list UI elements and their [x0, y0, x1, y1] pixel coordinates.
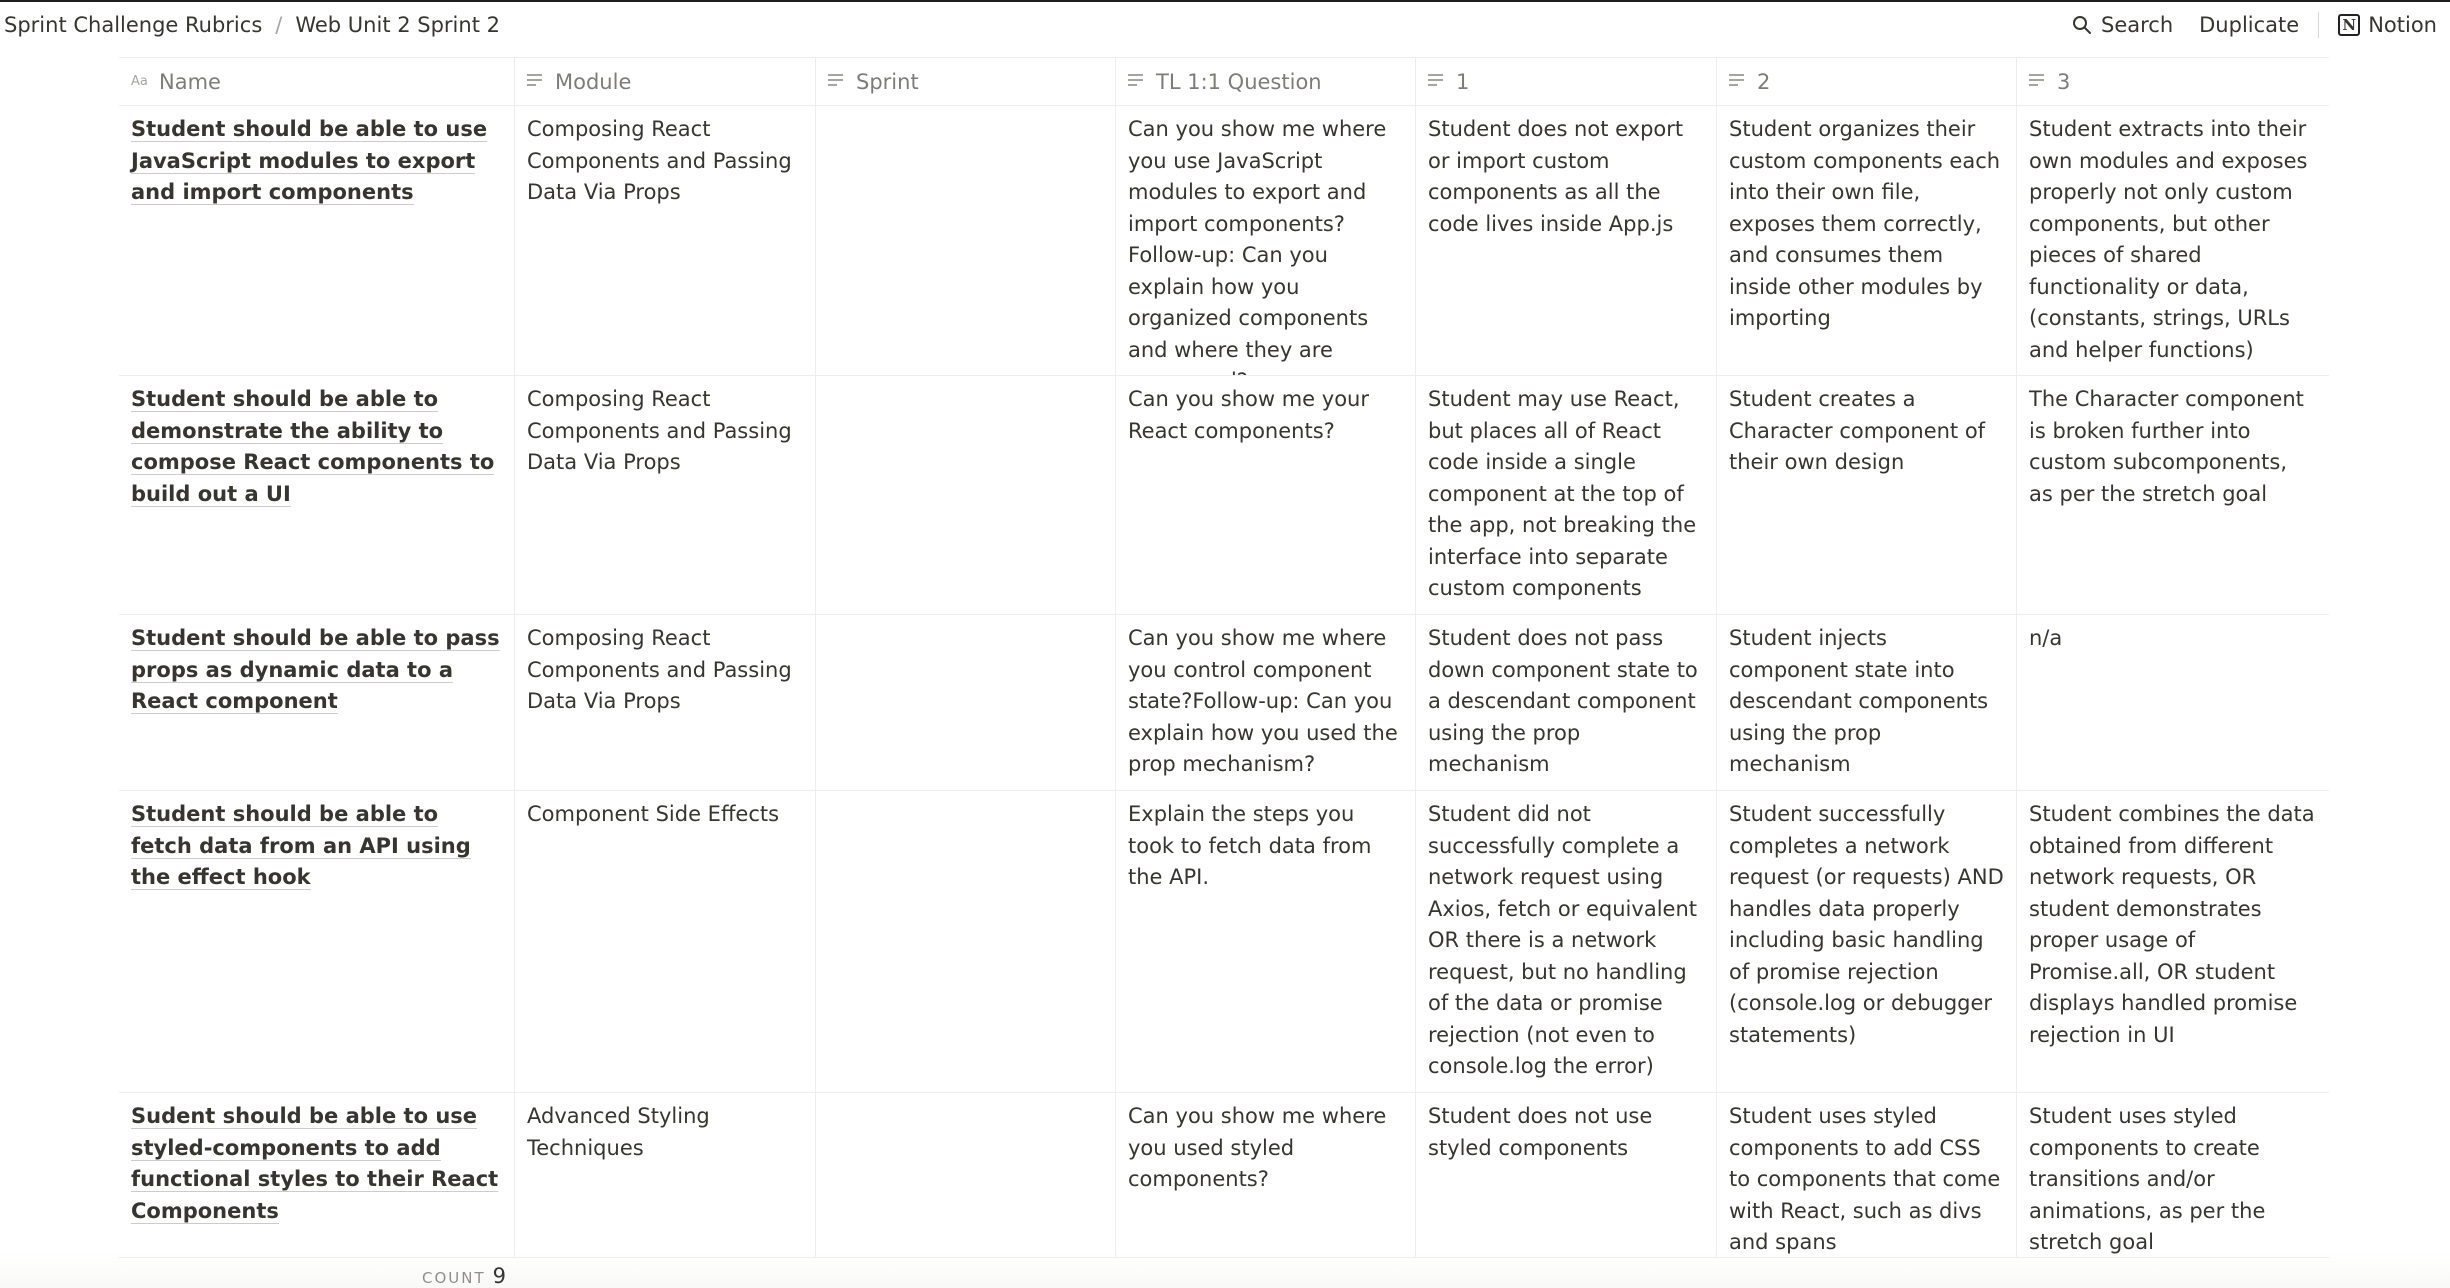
table-header: Aa Name Module Sprint TL 1:1 Question 1 …: [119, 57, 2329, 106]
row-name-cell[interactable]: Student should be able to use JavaScript…: [119, 106, 515, 375]
row-rubric-1-cell[interactable]: Student does not pass down component sta…: [1416, 615, 1717, 790]
duplicate-button[interactable]: Duplicate: [2186, 13, 2312, 37]
row-question-cell[interactable]: Can you show me where you used styled co…: [1116, 1093, 1416, 1257]
column-header-label: Name: [159, 69, 221, 94]
text-property-icon: [527, 72, 545, 92]
row-rubric-2-cell[interactable]: Student injects component state into des…: [1717, 615, 2017, 790]
row-name[interactable]: Student should be able to fetch data fro…: [131, 802, 471, 890]
row-module-cell[interactable]: Composing React Components and Passing D…: [515, 376, 816, 614]
breadcrumb-item-current[interactable]: Web Unit 2 Sprint 2: [293, 13, 502, 37]
column-header-label: 1: [1456, 69, 1470, 94]
breadcrumb: Sprint Challenge Rubrics / Web Unit 2 Sp…: [0, 13, 502, 37]
text-property-icon: [828, 72, 846, 92]
row-sprint-cell[interactable]: [816, 615, 1116, 790]
row-rubric-1-cell[interactable]: Student does not export or import custom…: [1416, 106, 1717, 375]
row-question-cell[interactable]: Explain the steps you took to fetch data…: [1116, 791, 1416, 1092]
column-header-label: Module: [555, 69, 632, 94]
notion-label: Notion: [2368, 12, 2437, 37]
row-rubric-3-cell[interactable]: Student combines the data obtained from …: [2017, 791, 2329, 1092]
search-button[interactable]: Search: [2059, 13, 2186, 37]
title-icon: Aa: [131, 72, 149, 92]
row-sprint-cell[interactable]: [816, 791, 1116, 1092]
text-property-icon: [1428, 72, 1446, 92]
row-name-cell[interactable]: Sudent should be able to use styled-comp…: [119, 1093, 515, 1257]
column-header-question[interactable]: TL 1:1 Question: [1116, 58, 1416, 105]
row-name-cell[interactable]: Student should be able to pass props as …: [119, 615, 515, 790]
column-header-sprint[interactable]: Sprint: [816, 58, 1116, 105]
row-name-cell[interactable]: Student should be able to demonstrate th…: [119, 376, 515, 614]
breadcrumb-separator: /: [275, 12, 283, 37]
column-header-1[interactable]: 1: [1416, 58, 1717, 105]
row-question-cell[interactable]: Can you show me where you use JavaScript…: [1116, 106, 1416, 375]
notion-logo-icon: N: [2338, 13, 2361, 36]
row-name[interactable]: Student should be able to pass props as …: [131, 626, 500, 714]
column-header-2[interactable]: 2: [1717, 58, 2017, 105]
table-row[interactable]: Student should be able to fetch data fro…: [119, 791, 2329, 1093]
row-module-cell[interactable]: Composing React Components and Passing D…: [515, 106, 816, 375]
row-sprint-cell[interactable]: [816, 106, 1116, 375]
row-module-cell[interactable]: Component Side Effects: [515, 791, 816, 1092]
table-row[interactable]: Student should be able to use JavaScript…: [119, 106, 2329, 376]
column-header-label: Sprint: [856, 69, 919, 94]
search-icon: [2072, 15, 2091, 34]
row-module-cell[interactable]: Advanced Styling Techniques: [515, 1093, 816, 1257]
row-name[interactable]: Student should be able to demonstrate th…: [131, 387, 495, 507]
row-sprint-cell[interactable]: [816, 1093, 1116, 1257]
notion-button[interactable]: N Notion: [2325, 13, 2450, 37]
row-rubric-1-cell[interactable]: Student may use React, but places all of…: [1416, 376, 1717, 614]
column-header-3[interactable]: 3: [2017, 58, 2329, 105]
row-rubric-3-cell[interactable]: Student extracts into their own modules …: [2017, 106, 2329, 375]
row-rubric-2-cell[interactable]: Student creates a Character component of…: [1717, 376, 2017, 614]
table-row[interactable]: Sudent should be able to use styled-comp…: [119, 1093, 2329, 1258]
row-module-cell[interactable]: Composing React Components and Passing D…: [515, 615, 816, 790]
table-row[interactable]: Student should be able to demonstrate th…: [119, 376, 2329, 615]
text-property-icon: [1729, 72, 1747, 92]
row-name[interactable]: Sudent should be able to use styled-comp…: [131, 1104, 499, 1224]
row-question-cell[interactable]: Can you show me where you control compon…: [1116, 615, 1416, 790]
top-bar: Sprint Challenge Rubrics / Web Unit 2 Sp…: [0, 0, 2450, 47]
row-rubric-2-cell[interactable]: Student uses styled components to add CS…: [1717, 1093, 2017, 1257]
text-property-icon: [2029, 72, 2047, 92]
row-question-cell[interactable]: Can you show me your React components?: [1116, 376, 1416, 614]
column-header-label: 2: [1757, 69, 1771, 94]
table-row[interactable]: Student should be able to pass props as …: [119, 615, 2329, 791]
text-property-icon: [1128, 72, 1146, 92]
column-header-label: 3: [2057, 69, 2071, 94]
row-name[interactable]: Student should be able to use JavaScript…: [131, 117, 488, 205]
topbar-divider: [2318, 11, 2320, 38]
count-footer[interactable]: COUNT 9: [422, 1264, 506, 1288]
row-rubric-2-cell[interactable]: Student organizes their custom component…: [1717, 106, 2017, 375]
row-rubric-2-cell[interactable]: Student successfully completes a network…: [1717, 791, 2017, 1092]
count-label: COUNT: [422, 1269, 486, 1287]
column-header-label: TL 1:1 Question: [1156, 69, 1322, 94]
breadcrumb-item-parent[interactable]: Sprint Challenge Rubrics: [2, 13, 264, 37]
row-rubric-1-cell[interactable]: Student does not use styled components: [1416, 1093, 1717, 1257]
row-rubric-3-cell[interactable]: The Character component is broken furthe…: [2017, 376, 2329, 614]
duplicate-label: Duplicate: [2199, 12, 2300, 37]
row-rubric-1-cell[interactable]: Student did not successfully complete a …: [1416, 791, 1717, 1092]
count-value: 9: [492, 1264, 507, 1288]
row-rubric-3-cell[interactable]: n/a: [2017, 615, 2329, 790]
database-table: Aa Name Module Sprint TL 1:1 Question 1 …: [119, 57, 2329, 1258]
column-header-module[interactable]: Module: [515, 58, 816, 105]
row-sprint-cell[interactable]: [816, 376, 1116, 614]
row-name-cell[interactable]: Student should be able to fetch data fro…: [119, 791, 515, 1092]
search-label: Search: [2100, 12, 2174, 37]
column-header-name[interactable]: Aa Name: [119, 58, 515, 105]
topbar-actions: Search Duplicate N Notion: [2059, 2, 2450, 47]
svg-text:Aa: Aa: [131, 74, 148, 87]
row-rubric-3-cell[interactable]: Student uses styled components to create…: [2017, 1093, 2329, 1257]
